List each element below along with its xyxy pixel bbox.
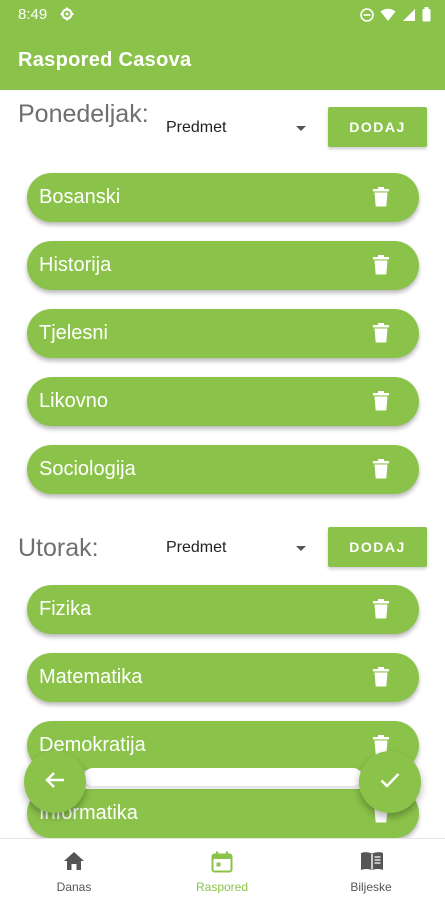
page-title: Raspored Casova	[18, 49, 192, 71]
nav-item-danas[interactable]: Danas	[0, 839, 148, 900]
check-icon	[380, 772, 400, 793]
subject-item[interactable]: Bosanski	[27, 173, 419, 222]
wifi-icon	[380, 8, 396, 27]
trash-icon[interactable]	[373, 255, 389, 280]
subject-item[interactable]: Tjelesni	[27, 309, 419, 358]
dropdown-arrow-icon	[296, 126, 306, 131]
subject-label: Tjelesni	[39, 322, 108, 344]
confirm-button[interactable]	[359, 751, 421, 813]
subject-label: Sociologija	[39, 458, 136, 480]
battery-icon	[422, 7, 431, 27]
subject-item[interactable]: Historija	[27, 241, 419, 290]
subject-item[interactable]: Fizika	[27, 585, 419, 634]
nav-item-raspored[interactable]: Raspored	[148, 839, 296, 900]
subject-select-monday[interactable]: Predmet	[166, 113, 308, 143]
status-icons	[360, 7, 431, 27]
status-time: 8:49	[18, 6, 48, 23]
arrow-left-icon	[45, 771, 65, 794]
book-icon	[360, 851, 384, 876]
subject-item[interactable]: Matematika	[27, 653, 419, 702]
home-icon	[63, 851, 85, 876]
add-button-monday[interactable]: DODAJ	[328, 107, 427, 147]
subject-select-value: Predmet	[166, 119, 227, 136]
nav-label: Danas	[56, 880, 92, 894]
subject-item[interactable]: Informatika	[27, 789, 419, 838]
back-button[interactable]	[24, 751, 86, 813]
subject-label: Historija	[39, 254, 112, 276]
trash-icon[interactable]	[373, 187, 389, 212]
nav-label: Raspored	[195, 880, 249, 894]
dropdown-arrow-icon	[296, 546, 306, 551]
nav-label: Biljeske	[350, 880, 392, 894]
trash-icon[interactable]	[373, 667, 389, 692]
trash-icon[interactable]	[373, 391, 389, 416]
subject-item[interactable]: Demokratija	[27, 721, 419, 770]
app-bar: Raspored Casova	[0, 30, 445, 90]
subject-label: Likovno	[39, 390, 108, 412]
nav-item-biljeske[interactable]: Biljeske	[297, 839, 445, 900]
add-button-tuesday[interactable]: DODAJ	[328, 527, 427, 567]
subject-label: Fizika	[39, 598, 92, 620]
subject-label: Matematika	[39, 666, 143, 688]
trash-icon[interactable]	[373, 323, 389, 348]
subject-select-tuesday[interactable]: Predmet	[166, 533, 308, 563]
trash-icon[interactable]	[373, 599, 389, 624]
calendar-icon	[211, 851, 233, 878]
subject-item[interactable]: Likovno	[27, 377, 419, 426]
subject-select-value: Predmet	[166, 539, 227, 556]
signal-icon	[402, 8, 416, 27]
dnd-icon	[360, 7, 374, 27]
trash-icon[interactable]	[373, 459, 389, 484]
subject-item[interactable]: Sociologija	[27, 445, 419, 494]
fab-track	[84, 768, 362, 786]
bottom-nav: Danas Raspored Biljeske	[0, 838, 445, 900]
day-label-monday: Ponedeljak:	[18, 100, 149, 128]
subject-label: Bosanski	[39, 186, 121, 208]
gear-icon	[60, 7, 74, 26]
status-bar: 8:49	[0, 0, 445, 30]
day-label-tuesday: Utorak:	[18, 534, 99, 562]
